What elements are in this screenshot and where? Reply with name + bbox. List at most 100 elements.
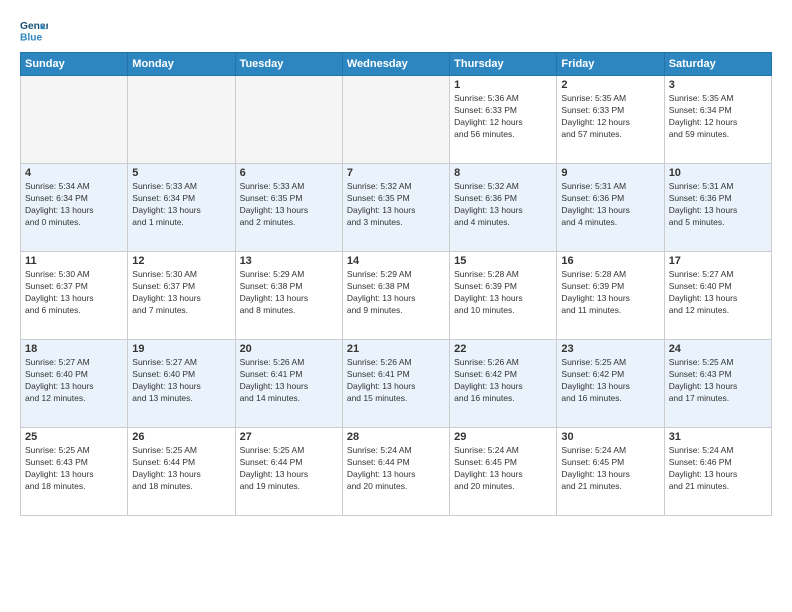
day-number: 3 — [669, 79, 767, 91]
day-number: 30 — [561, 431, 659, 443]
calendar-cell: 5 Sunrise: 5:33 AM Sunset: 6:34 PM Daylig… — [128, 164, 235, 252]
calendar-cell: 17Sunrise: 5:27 AM Sunset: 6:40 PM Dayli… — [664, 252, 771, 340]
day-number: 12 — [132, 255, 230, 267]
day-number: 1 — [454, 79, 552, 91]
day-info: Sunrise: 5:26 AM Sunset: 6:41 PM Dayligh… — [240, 357, 338, 405]
day-info: Sunrise: 5:28 AM Sunset: 6:39 PM Dayligh… — [561, 269, 659, 317]
calendar-cell: 26Sunrise: 5:25 AM Sunset: 6:44 PM Dayli… — [128, 428, 235, 516]
calendar-cell: 1Sunrise: 5:36 AM Sunset: 6:33 PM Daylig… — [450, 76, 557, 164]
day-number: 27 — [240, 431, 338, 443]
calendar-cell: 7 Sunrise: 5:32 AM Sunset: 6:35 PM Daylig… — [342, 164, 449, 252]
day-number: 31 — [669, 431, 767, 443]
day-number: 28 — [347, 431, 445, 443]
day-info: Sunrise: 5:24 AM Sunset: 6:45 PM Dayligh… — [454, 445, 552, 493]
calendar-cell — [342, 76, 449, 164]
day-info: Sunrise: 5:35 AM Sunset: 6:34 PM Dayligh… — [669, 93, 767, 141]
calendar-cell: 20 Sunrise: 5:26 AM Sunset: 6:41 PM Dayli… — [235, 340, 342, 428]
day-info: Sunrise: 5:31 AM Sunset: 6:36 PM Dayligh… — [561, 181, 659, 229]
day-number: 22 — [454, 343, 552, 355]
day-info: Sunrise: 5:25 AM Sunset: 6:44 PM Dayligh… — [132, 445, 230, 493]
day-info: Sunrise: 5:25 AM Sunset: 6:43 PM Dayligh… — [669, 357, 767, 405]
day-number: 5 — [132, 167, 230, 179]
day-info: Sunrise: 5:28 AM Sunset: 6:39 PM Dayligh… — [454, 269, 552, 317]
calendar-cell: 12 Sunrise: 5:30 AM Sunset: 6:37 PM Dayli… — [128, 252, 235, 340]
day-number: 8 — [454, 167, 552, 179]
week-row-3: 11 Sunrise: 5:30 AM Sunset: 6:37 PM Dayli… — [21, 252, 772, 340]
calendar-cell: 9Sunrise: 5:31 AM Sunset: 6:36 PM Daylig… — [557, 164, 664, 252]
svg-text:Blue: Blue — [20, 32, 43, 43]
calendar-cell: 6 Sunrise: 5:33 AM Sunset: 6:35 PM Daylig… — [235, 164, 342, 252]
day-number: 4 — [25, 167, 123, 179]
day-number: 2 — [561, 79, 659, 91]
day-number: 13 — [240, 255, 338, 267]
day-info: Sunrise: 5:32 AM Sunset: 6:36 PM Dayligh… — [454, 181, 552, 229]
weekday-header-wednesday: Wednesday — [342, 53, 449, 76]
day-info: Sunrise: 5:34 AM Sunset: 6:34 PM Dayligh… — [25, 181, 123, 229]
calendar-cell: 2 Sunrise: 5:35 AM Sunset: 6:33 PM Daylig… — [557, 76, 664, 164]
calendar-cell: 15Sunrise: 5:28 AM Sunset: 6:39 PM Dayli… — [450, 252, 557, 340]
weekday-header-monday: Monday — [128, 53, 235, 76]
weekday-header-thursday: Thursday — [450, 53, 557, 76]
calendar-table: SundayMondayTuesdayWednesdayThursdayFrid… — [20, 52, 772, 516]
logo-icon: General Blue — [20, 16, 48, 44]
calendar-cell: 27 Sunrise: 5:25 AM Sunset: 6:44 PM Dayli… — [235, 428, 342, 516]
calendar-cell — [21, 76, 128, 164]
day-number: 11 — [25, 255, 123, 267]
calendar-cell: 19 Sunrise: 5:27 AM Sunset: 6:40 PM Dayli… — [128, 340, 235, 428]
calendar-cell: 3 Sunrise: 5:35 AM Sunset: 6:34 PM Daylig… — [664, 76, 771, 164]
day-number: 10 — [669, 167, 767, 179]
weekday-header-sunday: Sunday — [21, 53, 128, 76]
weekday-header-row: SundayMondayTuesdayWednesdayThursdayFrid… — [21, 53, 772, 76]
calendar-cell: 21Sunrise: 5:26 AM Sunset: 6:41 PM Dayli… — [342, 340, 449, 428]
day-info: Sunrise: 5:25 AM Sunset: 6:43 PM Dayligh… — [25, 445, 123, 493]
day-info: Sunrise: 5:25 AM Sunset: 6:42 PM Dayligh… — [561, 357, 659, 405]
calendar-cell: 4 Sunrise: 5:34 AM Sunset: 6:34 PM Daylig… — [21, 164, 128, 252]
day-info: Sunrise: 5:29 AM Sunset: 6:38 PM Dayligh… — [240, 269, 338, 317]
day-info: Sunrise: 5:30 AM Sunset: 6:37 PM Dayligh… — [25, 269, 123, 317]
day-info: Sunrise: 5:35 AM Sunset: 6:33 PM Dayligh… — [561, 93, 659, 141]
page-header: General Blue — [20, 16, 772, 44]
day-info: Sunrise: 5:33 AM Sunset: 6:34 PM Dayligh… — [132, 181, 230, 229]
day-number: 29 — [454, 431, 552, 443]
calendar-cell — [235, 76, 342, 164]
day-number: 19 — [132, 343, 230, 355]
day-info: Sunrise: 5:26 AM Sunset: 6:42 PM Dayligh… — [454, 357, 552, 405]
day-info: Sunrise: 5:24 AM Sunset: 6:45 PM Dayligh… — [561, 445, 659, 493]
day-number: 14 — [347, 255, 445, 267]
calendar-cell: 11 Sunrise: 5:30 AM Sunset: 6:37 PM Dayli… — [21, 252, 128, 340]
day-info: Sunrise: 5:29 AM Sunset: 6:38 PM Dayligh… — [347, 269, 445, 317]
weekday-header-tuesday: Tuesday — [235, 53, 342, 76]
day-info: Sunrise: 5:27 AM Sunset: 6:40 PM Dayligh… — [132, 357, 230, 405]
day-info: Sunrise: 5:33 AM Sunset: 6:35 PM Dayligh… — [240, 181, 338, 229]
calendar-cell: 30 Sunrise: 5:24 AM Sunset: 6:45 PM Dayli… — [557, 428, 664, 516]
day-info: Sunrise: 5:24 AM Sunset: 6:44 PM Dayligh… — [347, 445, 445, 493]
day-number: 7 — [347, 167, 445, 179]
day-number: 6 — [240, 167, 338, 179]
day-info: Sunrise: 5:25 AM Sunset: 6:44 PM Dayligh… — [240, 445, 338, 493]
day-info: Sunrise: 5:30 AM Sunset: 6:37 PM Dayligh… — [132, 269, 230, 317]
day-number: 23 — [561, 343, 659, 355]
calendar-cell: 18Sunrise: 5:27 AM Sunset: 6:40 PM Dayli… — [21, 340, 128, 428]
day-number: 20 — [240, 343, 338, 355]
calendar-cell: 24 Sunrise: 5:25 AM Sunset: 6:43 PM Dayli… — [664, 340, 771, 428]
logo: General Blue — [20, 16, 48, 44]
day-info: Sunrise: 5:27 AM Sunset: 6:40 PM Dayligh… — [25, 357, 123, 405]
calendar-cell: 23 Sunrise: 5:25 AM Sunset: 6:42 PM Dayli… — [557, 340, 664, 428]
week-row-1: 1Sunrise: 5:36 AM Sunset: 6:33 PM Daylig… — [21, 76, 772, 164]
weekday-header-friday: Friday — [557, 53, 664, 76]
day-number: 16 — [561, 255, 659, 267]
calendar-cell: 8 Sunrise: 5:32 AM Sunset: 6:36 PM Daylig… — [450, 164, 557, 252]
day-info: Sunrise: 5:26 AM Sunset: 6:41 PM Dayligh… — [347, 357, 445, 405]
calendar-cell: 28 Sunrise: 5:24 AM Sunset: 6:44 PM Dayli… — [342, 428, 449, 516]
week-row-5: 25 Sunrise: 5:25 AM Sunset: 6:43 PM Dayli… — [21, 428, 772, 516]
calendar-page: General Blue SundayMondayTuesdayWednesda… — [0, 0, 792, 612]
day-number: 25 — [25, 431, 123, 443]
weekday-header-saturday: Saturday — [664, 53, 771, 76]
calendar-cell: 31Sunrise: 5:24 AM Sunset: 6:46 PM Dayli… — [664, 428, 771, 516]
day-info: Sunrise: 5:32 AM Sunset: 6:35 PM Dayligh… — [347, 181, 445, 229]
calendar-cell: 22 Sunrise: 5:26 AM Sunset: 6:42 PM Dayli… — [450, 340, 557, 428]
week-row-2: 4 Sunrise: 5:34 AM Sunset: 6:34 PM Daylig… — [21, 164, 772, 252]
day-number: 24 — [669, 343, 767, 355]
calendar-cell: 25 Sunrise: 5:25 AM Sunset: 6:43 PM Dayli… — [21, 428, 128, 516]
day-info: Sunrise: 5:31 AM Sunset: 6:36 PM Dayligh… — [669, 181, 767, 229]
